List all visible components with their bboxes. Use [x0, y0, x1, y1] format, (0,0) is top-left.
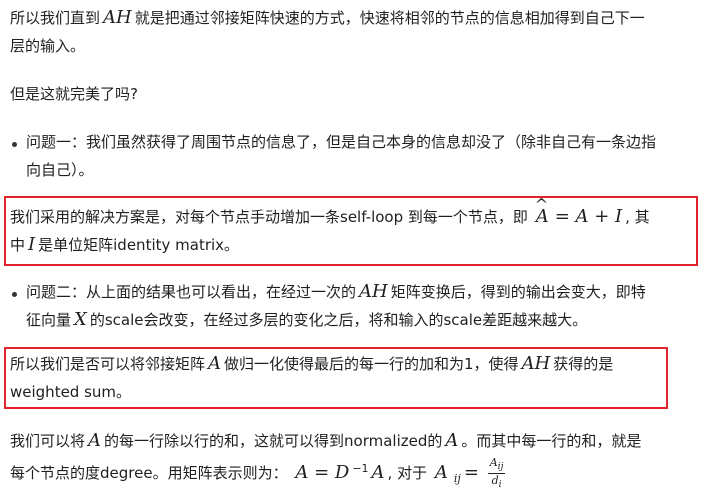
text: 中 — [10, 236, 26, 254]
text: 就是把通过邻接矩阵快速的方式，快速将相邻的节点的信息相加得到自己下一 — [134, 9, 645, 27]
paragraph-question: 但是这就完美了吗? — [10, 80, 710, 108]
math-a: A — [88, 430, 102, 451]
text: 层的输入。 — [10, 37, 86, 55]
text: 但是这就完美了吗? — [10, 85, 138, 103]
paragraph-intro: 所以我们直到 AH 就是把通过邻接矩阵快速的方式，快速将相邻的节点的信息相加得到自己… — [10, 4, 710, 60]
text: 我们可以将 — [10, 432, 86, 450]
paragraph-normalize: 所以我们是否可以将邻接矩阵 A 做归一化使得最后的每一行的加和为1，使得 AH 获得的是… — [10, 350, 710, 406]
text: 问题一：我们虽然获得了周围节点的信息了，但是自己本身的信息却没了（除非自己有一条… — [26, 133, 657, 151]
text: 问题二：从上面的结果也可以看出，在经过一次的 — [26, 283, 357, 301]
numerator-symbol: A — [489, 456, 498, 469]
text: 我们采用的解决方案是，对每个节点手动增加一条self-loop 到每一个节点，即 — [10, 208, 528, 226]
bullet-problem-two: 问题二：从上面的结果也可以看出，在经过一次的 AH 矩阵变换后，得到的输出会变大，即… — [26, 278, 710, 334]
paragraph-solution: 我们采用的解决方案是，对每个节点手动增加一条self-loop 到每一个节点，即… — [10, 191, 710, 259]
text: weighted sum。 — [10, 383, 132, 401]
numerator-subscript: ij — [497, 461, 504, 473]
fraction-denominator: di — [488, 474, 506, 491]
text: , 其 — [625, 208, 650, 226]
text: 所以我们是否可以将邻接矩阵 — [10, 355, 206, 373]
text: 每个节点的度degree。用矩阵表示则为： — [10, 464, 288, 483]
math-a: A — [208, 353, 222, 374]
math-i: I — [28, 234, 36, 255]
math-a-hat: A — [533, 191, 552, 231]
denominator-subscript: i — [498, 479, 502, 491]
text: 的scale会改变，在经过多层的变化之后，将和输入的scale差距越来越大。 — [89, 311, 588, 329]
math-equation-rhs: A — [371, 462, 385, 484]
text: 征向量 — [26, 311, 72, 329]
fraction-numerator: Aij — [487, 456, 506, 475]
text: 的每一行除以行的和，这就可以得到normalized的 — [104, 432, 443, 450]
math-equation: = A + I — [554, 206, 623, 227]
math-equation-lhs: A = D — [295, 462, 350, 484]
math-ah: AH — [359, 281, 388, 302]
bullet-icon — [12, 142, 17, 147]
text: 。而其中每一行的和，就是 — [461, 432, 642, 450]
math-a: A — [445, 430, 459, 451]
math-subscript: ij — [453, 472, 461, 486]
text: , 对于 — [387, 464, 428, 483]
text: 所以我们直到 — [10, 9, 101, 27]
math-x: X — [74, 309, 87, 330]
math-superscript: −1 — [352, 462, 369, 476]
text: 获得的是 — [553, 355, 614, 373]
bullet-problem-one: 问题一：我们虽然获得了周围节点的信息了，但是自己本身的信息却没了（除非自己有一条… — [26, 128, 710, 184]
math-aij: A — [434, 462, 448, 484]
paragraph-degree: 我们可以将 A 的每一行除以行的和，这就可以得到normalized的 A 。而其中每一… — [10, 426, 710, 491]
math-fraction: Aij di — [487, 456, 506, 491]
text: 向自己）。 — [26, 161, 94, 179]
math-ah: AH — [521, 353, 551, 374]
bullet-icon — [12, 292, 17, 297]
math-ah: AH — [103, 7, 132, 28]
text: 做归一化使得最后的每一行的加和为1，使得 — [224, 355, 519, 373]
text: 矩阵变换后，得到的输出会变大，即特 — [390, 283, 646, 301]
math-equals: = — [463, 462, 479, 484]
text: 是单位矩阵identity matrix。 — [38, 236, 240, 254]
denominator-symbol: d — [491, 474, 499, 488]
